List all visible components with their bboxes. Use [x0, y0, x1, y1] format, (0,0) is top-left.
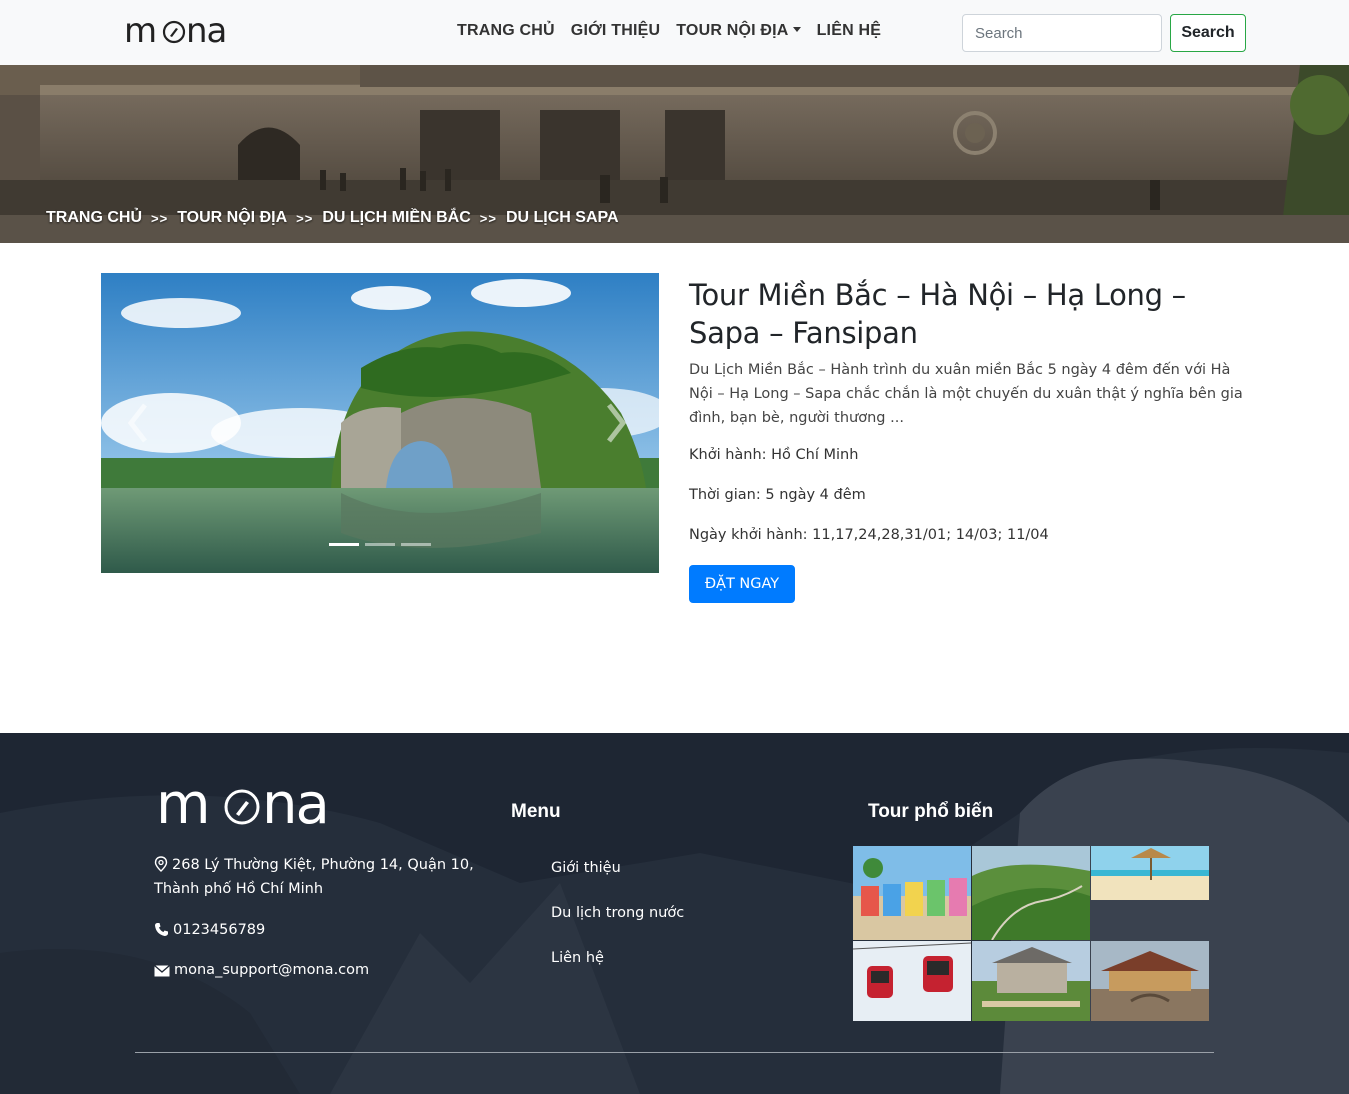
tour-title: Tour Miền Bắc – Hà Nội – Hạ Long – Sapa … — [689, 278, 1186, 350]
footer-popular-heading: Tour phổ biến — [868, 801, 994, 822]
tour-dates: Ngày khởi hành: 11,17,24,28,31/01; 14/03… — [689, 527, 1049, 543]
envelope-icon — [154, 965, 170, 977]
carousel-indicators — [329, 543, 431, 546]
carousel-next-icon[interactable] — [601, 401, 631, 445]
tour-duration: Thời gian: 5 ngày 4 đêm — [689, 487, 866, 503]
footer-email-text[interactable]: mona_support@mona.com — [174, 962, 369, 978]
breadcrumb-item-home[interactable]: TRANG CHỦ — [46, 209, 142, 227]
footer-divider — [135, 1052, 1214, 1053]
svg-text:m: m — [156, 781, 209, 831]
svg-text:na: na — [262, 781, 328, 831]
footer-menu-heading: Menu — [511, 801, 561, 822]
elephant-trunk-hill-image — [101, 273, 659, 573]
popular-tour-thumb-5[interactable] — [972, 941, 1090, 1021]
footer-link-contact[interactable]: Liên hệ — [551, 950, 604, 966]
footer-address: 268 Lý Thường Kiệt, Phường 14, Quận 10, … — [154, 853, 484, 901]
phone-icon — [155, 923, 168, 936]
tour-departure: Khởi hành: Hồ Chí Minh — [689, 447, 859, 463]
footer-phone-text: 0123456789 — [173, 922, 266, 938]
breadcrumb-item-sapa[interactable]: DU LỊCH SAPA — [506, 209, 619, 227]
breadcrumb-separator: >> — [479, 210, 497, 226]
footer-link-domestic[interactable]: Du lịch trong nước — [551, 905, 684, 921]
nav-domestic-tours-label: TOUR NỘI ĐỊA — [676, 22, 789, 39]
footer-phone: 0123456789 — [154, 918, 265, 942]
nav-home[interactable]: TRANG CHỦ — [457, 22, 555, 40]
location-pin-icon — [154, 856, 168, 872]
search-input[interactable] — [962, 14, 1162, 52]
carousel-indicator-2[interactable] — [365, 543, 395, 546]
hero-banner: TRANG CHỦ >> TOUR NỘI ĐỊA >> DU LỊCH MIỀ… — [0, 65, 1349, 243]
breadcrumb-item-north[interactable]: DU LỊCH MIỀN BẮC — [322, 209, 470, 227]
popular-tour-thumb-1[interactable] — [853, 846, 971, 940]
carousel-prev-icon[interactable] — [123, 401, 153, 445]
breadcrumb-separator: >> — [296, 210, 314, 226]
popular-tour-thumb-4[interactable] — [853, 941, 971, 1021]
main-nav: TRANG CHỦ GIỚI THIỆU TOUR NỘI ĐỊA LIÊN H… — [457, 22, 897, 40]
carousel-indicator-1[interactable] — [329, 543, 359, 546]
chevron-down-icon — [792, 27, 801, 32]
book-now-button[interactable]: ĐẶT NGAY — [689, 565, 795, 603]
popular-tour-thumb-2[interactable] — [972, 846, 1090, 940]
nav-about[interactable]: GIỚI THIỆU — [571, 22, 660, 40]
tour-description: Du Lịch Miền Bắc – Hành trình du xuân mi… — [689, 362, 1243, 426]
popular-tour-thumb-3[interactable] — [1091, 846, 1209, 900]
footer-address-text: 268 Lý Thường Kiệt, Phường 14, Quận 10, … — [154, 857, 474, 897]
mona-logo[interactable]: m na — [124, 14, 236, 48]
breadcrumb-separator: >> — [151, 210, 169, 226]
popular-tour-thumb-6[interactable] — [1091, 941, 1209, 1021]
footer-logo[interactable]: m na — [156, 772, 350, 837]
footer-email: mona_support@mona.com — [154, 958, 369, 982]
nav-domestic-tours[interactable]: TOUR NỘI ĐỊA — [676, 22, 801, 40]
footer: m na 268 Lý Thường Kiệt, Phường 14, Quận… — [0, 733, 1349, 1094]
navbar: m na TRANG CHỦ GIỚI THIỆU TOUR NỘI ĐỊA L… — [0, 0, 1349, 65]
carousel-indicator-3[interactable] — [401, 543, 431, 546]
footer-link-about[interactable]: Giới thiệu — [551, 860, 621, 876]
tour-image-carousel — [101, 273, 659, 573]
svg-text:na: na — [186, 14, 226, 48]
breadcrumb-item-domestic[interactable]: TOUR NỘI ĐỊA — [177, 209, 287, 227]
breadcrumb: TRANG CHỦ >> TOUR NỘI ĐỊA >> DU LỊCH MIỀ… — [46, 209, 619, 227]
nav-contact[interactable]: LIÊN HỆ — [817, 22, 882, 40]
svg-text:m: m — [124, 14, 156, 48]
search-button[interactable]: Search — [1170, 14, 1246, 52]
